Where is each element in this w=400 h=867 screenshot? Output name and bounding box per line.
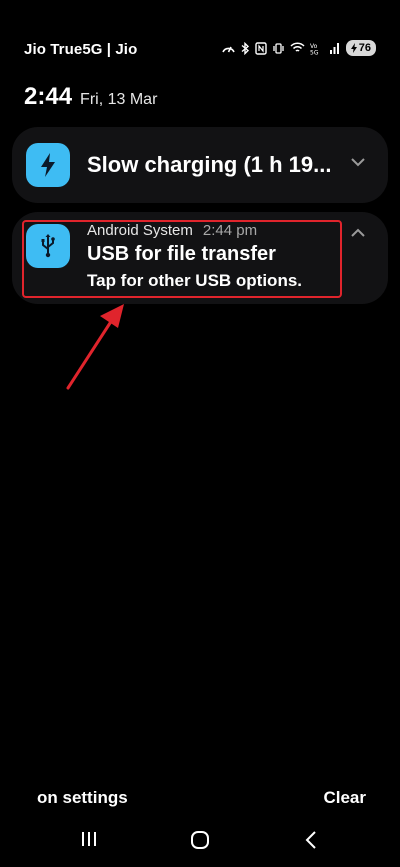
home-button[interactable] xyxy=(190,830,210,850)
charging-app-icon xyxy=(26,143,70,187)
battery-icon: 76 xyxy=(345,40,376,56)
clock-row: 2:44 Fri, 13 Mar xyxy=(24,83,157,111)
svg-text:5G: 5G xyxy=(310,49,319,55)
signal-icon xyxy=(329,43,339,54)
back-icon xyxy=(305,831,316,849)
bluetooth-icon xyxy=(241,41,249,55)
chevron-up-icon[interactable] xyxy=(350,228,366,238)
carrier-label: Jio True5G | Jio xyxy=(24,41,138,58)
chevron-down-icon[interactable] xyxy=(350,157,366,167)
home-icon xyxy=(191,831,209,849)
highlight-box xyxy=(22,220,342,298)
clear-button[interactable]: Clear xyxy=(323,788,366,808)
volte-5g-icon: Vo5G xyxy=(310,43,319,55)
charging-title: Slow charging (1 h 19... xyxy=(87,152,332,177)
clock-time: 2:44 xyxy=(24,83,73,110)
battery-level: 76 xyxy=(358,42,371,54)
back-button[interactable] xyxy=(304,830,318,850)
clock-date: Fri, 13 Mar xyxy=(80,91,158,108)
status-bar: Jio True5G | Jio Vo 5G 76 xyxy=(0,0,400,58)
wifi-icon xyxy=(290,42,305,52)
lightning-icon xyxy=(41,153,55,177)
notification-settings-button[interactable]: on settings xyxy=(37,788,128,808)
recents-icon xyxy=(82,832,96,846)
bolt-icon xyxy=(350,43,357,53)
charging-notification[interactable]: Slow charging (1 h 19... xyxy=(12,127,388,203)
status-icons: Vo 5G 76 xyxy=(221,40,376,56)
data-saver-icon xyxy=(222,46,235,52)
vibrate-icon xyxy=(273,42,284,54)
recents-button[interactable] xyxy=(80,830,98,848)
nfc-icon xyxy=(255,41,267,55)
annotation-arrow-icon xyxy=(66,304,124,390)
